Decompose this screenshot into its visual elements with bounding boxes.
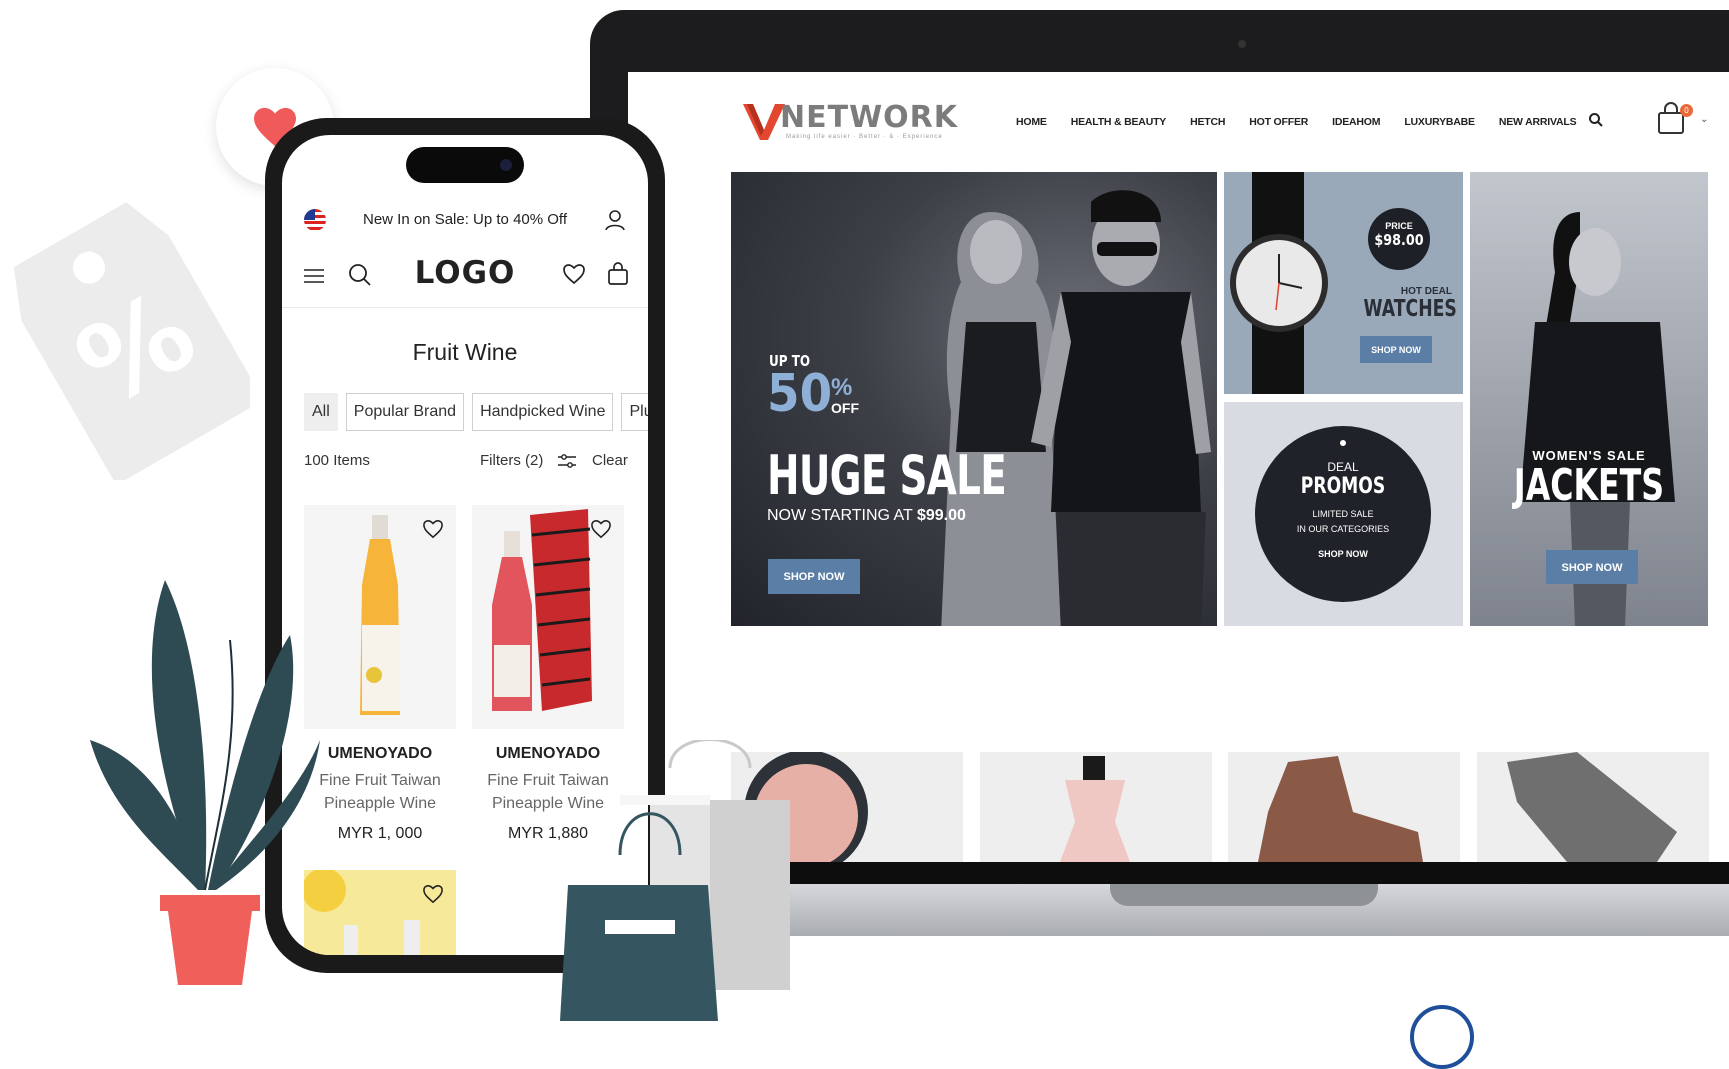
item-count: 100 Items xyxy=(304,452,370,469)
chip-handpicked-wine[interactable]: Handpicked Wine xyxy=(472,393,614,431)
globe-badge-icon xyxy=(1410,1005,1474,1069)
user-icon[interactable] xyxy=(604,209,626,231)
wishlist-heart-icon[interactable] xyxy=(422,884,444,904)
nav-hetch[interactable]: HETCH xyxy=(1190,116,1225,128)
nav-ideahom[interactable]: IDEAHOM xyxy=(1332,116,1380,128)
watch-image xyxy=(1230,234,1328,332)
potted-plant-illustration xyxy=(90,580,320,985)
watches-banner[interactable]: PRICE $98.00 HOT DEAL WATCHES SHOP NOW xyxy=(1224,172,1463,394)
hero-subtitle: NOW STARTING AT $99.00 xyxy=(767,507,966,524)
promos-banner[interactable]: DEAL PROMOS LIMITED SALE IN OUR CATEGORIE… xyxy=(1224,402,1463,626)
site-header: NETWORK Making life easier · Better · & … xyxy=(628,72,1729,172)
filters-button[interactable]: Filters (2) xyxy=(480,452,543,469)
brand-tagline: Making life easier · Better · & · Experi… xyxy=(786,134,943,140)
hero-title: HUGE SALE xyxy=(767,444,1007,507)
promos-shop-now-button[interactable]: SHOP NOW xyxy=(1255,549,1431,559)
header-divider xyxy=(282,307,648,308)
laptop-trackpad-notch xyxy=(1110,884,1378,906)
page-title: Fruit Wine xyxy=(412,339,518,365)
laptop-camera xyxy=(1238,40,1246,48)
price-badge: PRICE $98.00 xyxy=(1368,208,1430,270)
product-tile-boots[interactable] xyxy=(1228,752,1460,862)
product-tile-perfume[interactable] xyxy=(980,752,1212,862)
wishlist-heart-icon[interactable] xyxy=(590,519,612,539)
brand-logo-icon xyxy=(743,104,785,140)
chip-all[interactable]: All xyxy=(304,393,338,431)
nav-luxurybabe[interactable]: LUXURYBABE xyxy=(1404,116,1475,128)
promo-circle: DEAL PROMOS LIMITED SALE IN OUR CATEGORIE… xyxy=(1255,426,1431,602)
shopping-bag-icon[interactable] xyxy=(607,262,629,286)
brand-logo-text[interactable]: NETWORK xyxy=(780,100,958,135)
nav-home[interactable]: HOME xyxy=(1016,116,1047,128)
nav-health-beauty[interactable]: HEALTH & BEAUTY xyxy=(1071,116,1167,128)
hero-banner[interactable]: UP TO 50 % OFF HUGE SALE NOW STARTING AT… xyxy=(731,172,1217,626)
hero-percent-sign: % xyxy=(831,374,853,401)
wishlist-heart-icon[interactable] xyxy=(422,519,444,539)
jacket-title: JACKETS xyxy=(1513,460,1665,511)
chip-popular-brand[interactable]: Popular Brand xyxy=(345,393,465,431)
cart-count-badge: 0 xyxy=(1680,104,1693,117)
discount-tag-icon: % xyxy=(13,202,250,480)
jackets-shop-now-button[interactable]: SHOP NOW xyxy=(1546,550,1638,584)
nav-hot-offer[interactable]: HOT OFFER xyxy=(1249,116,1308,128)
clear-filters-button[interactable]: Clear xyxy=(592,452,628,469)
chip-plus[interactable]: Plu xyxy=(621,393,648,431)
category-chips: All Popular Brand Handpicked Wine Plu xyxy=(304,393,648,431)
phone-camera xyxy=(500,159,512,171)
main-nav: HOME HEALTH & BEAUTY HETCH HOT OFFER IDE… xyxy=(1016,116,1600,128)
shopping-bags-illustration xyxy=(560,740,790,1021)
search-icon[interactable] xyxy=(1588,112,1604,128)
model-man-image xyxy=(1031,190,1211,626)
hero-shop-now-button[interactable]: SHOP NOW xyxy=(768,559,860,594)
hero-off-label: OFF xyxy=(831,400,859,416)
chevron-down-icon[interactable]: ⌄ xyxy=(1700,114,1708,125)
heart-icon[interactable] xyxy=(562,263,586,285)
watches-shop-now-button[interactable]: SHOP NOW xyxy=(1360,336,1432,363)
nav-new-arrivals[interactable]: NEW ARRIVALS xyxy=(1499,116,1577,128)
hero-discount-percent: 50 xyxy=(767,364,833,424)
jackets-banner[interactable]: WOMEN'S SALE JACKETS SHOP NOW xyxy=(1470,172,1708,626)
store-logo[interactable]: LOGO xyxy=(282,255,648,291)
watch-title: WATCHES xyxy=(1363,296,1457,322)
filter-sliders-icon[interactable] xyxy=(558,453,576,469)
product-tile-scarf[interactable] xyxy=(1477,752,1709,862)
announcement-text[interactable]: New In on Sale: Up to 40% Off xyxy=(282,211,648,228)
